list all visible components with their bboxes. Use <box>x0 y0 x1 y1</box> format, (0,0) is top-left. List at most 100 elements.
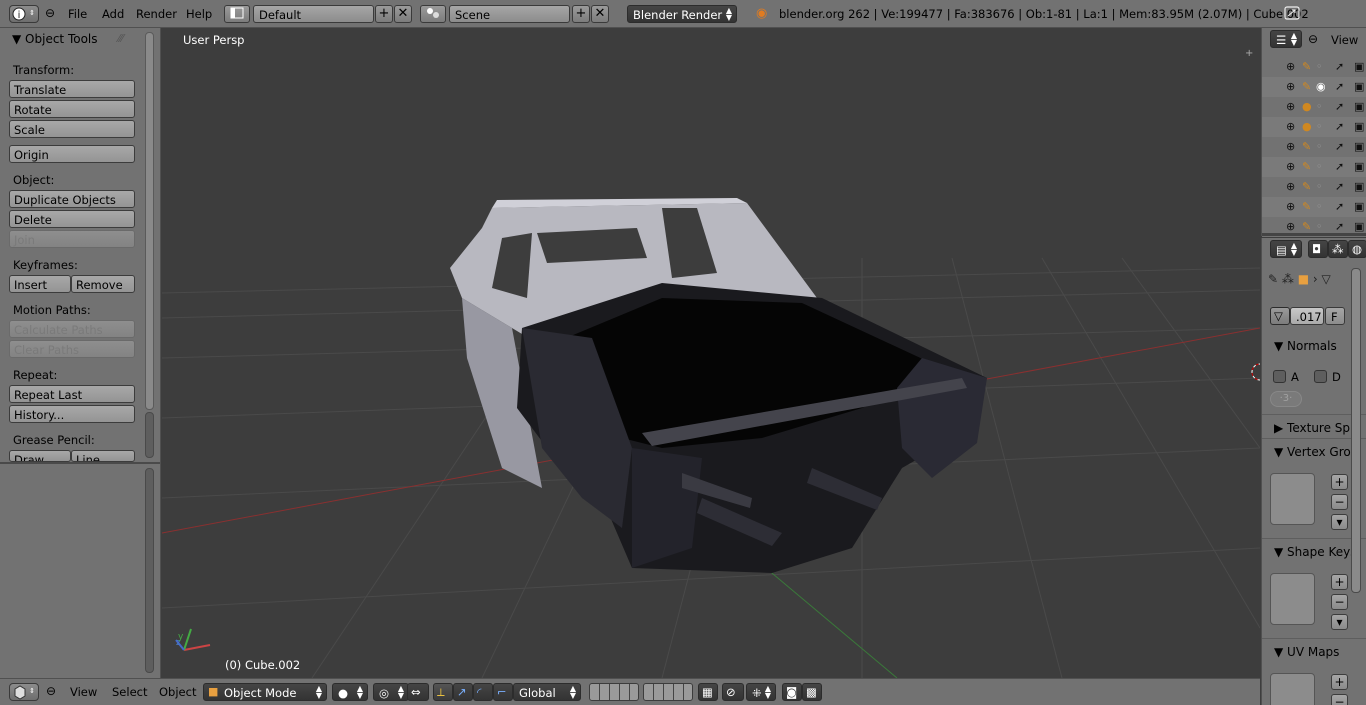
history-button[interactable]: History... <box>9 405 135 423</box>
scale-button[interactable]: Scale <box>9 120 135 138</box>
visibility-eye-icon[interactable]: ◦ <box>1316 60 1323 73</box>
add-layout-button[interactable]: + <box>375 5 393 23</box>
properties-toggle-icon[interactable]: + <box>1245 48 1253 59</box>
panel-drag-handle-icon[interactable]: ⁄⁄⁄ <box>118 32 124 45</box>
viewport-shading-select[interactable]: ● ▲ ▼ <box>332 683 368 701</box>
translate-button[interactable]: Translate <box>9 80 135 98</box>
origin-button[interactable]: Origin <box>9 145 135 163</box>
line-button[interactable]: Line <box>71 450 135 462</box>
duplicate-objects-button[interactable]: Duplicate Objects <box>9 190 135 208</box>
auto-smooth-angle-field[interactable]: ·3· <box>1270 391 1302 407</box>
normals-panel-header[interactable]: ▼ Normals <box>1274 339 1337 353</box>
fake-user-toggle[interactable]: F <box>1325 307 1345 325</box>
selectability-cursor-icon[interactable]: ➚ <box>1335 200 1344 213</box>
uv-maps-list[interactable] <box>1270 673 1315 705</box>
expand-icon[interactable]: ⊕ <box>1286 180 1295 193</box>
expand-icon[interactable]: ⊕ <box>1286 80 1295 93</box>
scale-manipulator[interactable]: ⌐ <box>493 683 513 701</box>
rotate-button[interactable]: Rotate <box>9 100 135 118</box>
scene-tab[interactable]: ⁂ <box>1328 240 1348 258</box>
world-tab[interactable]: ◍ <box>1348 240 1366 258</box>
visibility-eye-icon[interactable]: ◦ <box>1316 200 1323 213</box>
render-camera-icon[interactable]: ▣ <box>1354 140 1364 153</box>
render-animation-button[interactable]: ▩ <box>802 683 822 701</box>
editor-type-3dview-button[interactable]: ⇕ <box>9 683 39 701</box>
shape-keys-header[interactable]: ▼ Shape Keys <box>1274 545 1356 559</box>
visibility-eye-icon[interactable]: ◦ <box>1316 180 1323 193</box>
mesh-name-field[interactable]: .017 <box>1290 307 1324 325</box>
outliner-editor-type-button[interactable]: ☰ ▲ ▼ <box>1270 30 1302 48</box>
outliner-row[interactable]: ⊕ ✎ ◦ ➚ ▣ <box>1262 57 1366 77</box>
outliner-row[interactable]: ⊕ ✎ ◦ ➚ ▣ <box>1262 197 1366 217</box>
mode-select[interactable]: ■ Object Mode ▲ ▼ <box>203 683 327 701</box>
delete-layout-button[interactable]: ✕ <box>394 5 412 23</box>
layout-name-field[interactable]: Default <box>253 5 374 23</box>
rotate-manipulator[interactable]: ◜ <box>473 683 493 701</box>
3d-viewport[interactable]: z y User Persp (0) Cube.002 + <box>162 28 1260 678</box>
outliner-row[interactable]: ⊕ ● ◦ ➚ ▣ <box>1262 97 1366 117</box>
fullscreen-icon[interactable] <box>1282 5 1302 23</box>
selectability-cursor-icon[interactable]: ➚ <box>1335 140 1344 153</box>
remove-vertex-group-button[interactable]: − <box>1331 494 1348 510</box>
selectability-cursor-icon[interactable]: ➚ <box>1335 100 1344 113</box>
double-sided-checkbox[interactable] <box>1314 370 1327 383</box>
add-uv-map-button[interactable]: + <box>1331 674 1348 690</box>
collapse-outliner-icon[interactable]: ⊖ <box>1308 32 1318 46</box>
menu-object[interactable]: Object <box>159 685 196 699</box>
outliner-row[interactable]: ⊕ ● ◦ ➚ ▣ <box>1262 117 1366 137</box>
render-engine-select[interactable]: Blender Render ▲ ▼ <box>627 5 737 23</box>
visibility-eye-icon[interactable]: ◦ <box>1316 100 1323 113</box>
selectability-cursor-icon[interactable]: ➚ <box>1335 220 1344 233</box>
draw-button[interactable]: Draw <box>9 450 71 462</box>
menu-file[interactable]: File <box>68 7 87 21</box>
render-camera-icon[interactable]: ▣ <box>1354 100 1364 113</box>
snap-element-select[interactable]: ⁜ ▲ ▼ <box>746 683 776 701</box>
menu-add[interactable]: Add <box>102 7 124 21</box>
expand-icon[interactable]: ⊕ <box>1286 220 1295 233</box>
menu-help[interactable]: Help <box>186 7 212 21</box>
selectability-cursor-icon[interactable]: ➚ <box>1335 120 1344 133</box>
selectability-cursor-icon[interactable]: ➚ <box>1335 180 1344 193</box>
outliner-row[interactable]: ⊕ ✎ ◦ ➚ ▣ <box>1262 137 1366 157</box>
vertex-groups-list[interactable] <box>1270 473 1315 525</box>
operator-panel-scrollbar[interactable] <box>145 468 154 673</box>
outliner-row[interactable]: ⊕ ✎ ◦ ➚ ▣ <box>1262 177 1366 197</box>
editor-type-button[interactable]: i ⇕ <box>9 5 39 23</box>
car-body-mesh[interactable] <box>450 198 987 573</box>
visibility-eye-icon[interactable]: ◦ <box>1316 140 1323 153</box>
insert-keyframe-button[interactable]: Insert <box>9 275 71 293</box>
texture-space-header[interactable]: ▶ Texture Sp <box>1274 421 1350 435</box>
collapse-menu-icon[interactable]: ⊖ <box>45 6 55 20</box>
visibility-eye-icon[interactable]: ◉ <box>1316 80 1326 93</box>
expand-icon[interactable]: ⊕ <box>1286 100 1295 113</box>
remove-uv-map-button[interactable]: − <box>1331 694 1348 705</box>
delete-scene-button[interactable]: ✕ <box>591 5 609 23</box>
render-camera-icon[interactable]: ▣ <box>1354 60 1364 73</box>
render-tab[interactable]: ◘ <box>1308 240 1328 258</box>
render-camera-icon[interactable]: ▣ <box>1354 200 1364 213</box>
pivot-point-select[interactable]: ◎ ▲ ▼ <box>373 683 409 701</box>
outliner-row[interactable]: ⊕ ✎ ◦ ➚ ▣ <box>1262 157 1366 177</box>
shape-keys-list[interactable] <box>1270 573 1315 625</box>
expand-icon[interactable]: ⊕ <box>1286 60 1295 73</box>
delete-button[interactable]: Delete <box>9 210 135 228</box>
selectability-cursor-icon[interactable]: ➚ <box>1335 60 1344 73</box>
expand-icon[interactable]: ⊕ <box>1286 200 1295 213</box>
pin-icon[interactable]: ✎ <box>1268 272 1278 286</box>
expand-icon[interactable]: ⊕ <box>1286 140 1295 153</box>
scene-icon[interactable] <box>420 5 446 23</box>
vertex-group-specials-button[interactable]: ▾ <box>1331 514 1348 530</box>
render-camera-icon[interactable]: ▣ <box>1354 160 1364 173</box>
expand-icon[interactable]: ⊕ <box>1286 120 1295 133</box>
add-scene-button[interactable]: + <box>572 5 590 23</box>
shape-key-specials-button[interactable]: ▾ <box>1331 614 1348 630</box>
menu-view[interactable]: View <box>70 685 97 699</box>
menu-select[interactable]: Select <box>112 685 147 699</box>
remove-shape-key-button[interactable]: − <box>1331 594 1348 610</box>
object-tools-header[interactable]: ▼ Object Tools <box>12 32 98 46</box>
remove-keyframe-button[interactable]: Remove <box>71 275 135 293</box>
auto-smooth-checkbox[interactable] <box>1273 370 1286 383</box>
manipulator-toggle[interactable]: ⟂ <box>433 683 453 701</box>
screen-layout-icon[interactable] <box>224 5 250 23</box>
properties-editor-type-button[interactable]: ▤ ▲ ▼ <box>1270 240 1302 258</box>
